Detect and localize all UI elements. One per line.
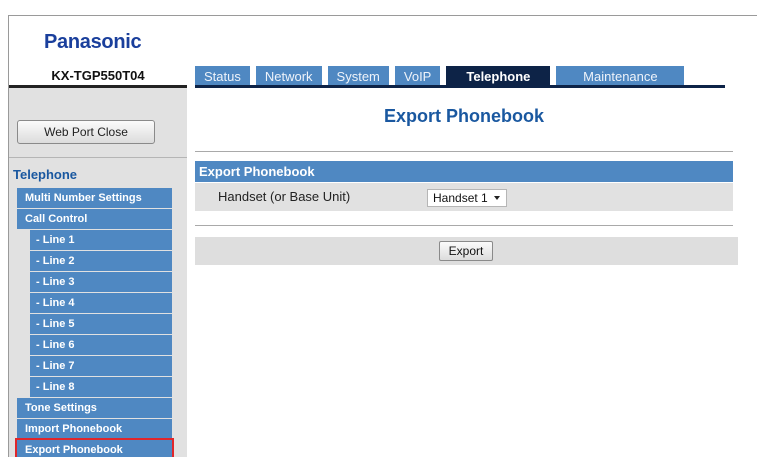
form-divider (195, 225, 733, 226)
sidebar-item-line-1[interactable]: - Line 1 (30, 230, 172, 250)
handset-row: Handset (or Base Unit) Handset 1 (195, 183, 733, 211)
sidebar-divider (9, 157, 187, 158)
page-title: Export Phonebook (383, 106, 544, 126)
sidebar-item-tone-settings[interactable]: Tone Settings (17, 398, 172, 418)
sidebar-item-import-phonebook[interactable]: Import Phonebook (17, 419, 172, 439)
handset-label: Handset (or Base Unit) (218, 189, 351, 204)
handset-select-value: Handset 1 (433, 191, 488, 205)
chevron-down-icon (494, 196, 500, 200)
button-bar: Export (195, 237, 738, 265)
title-divider (195, 151, 733, 152)
handset-select[interactable]: Handset 1 (427, 189, 507, 207)
panasonic-logo: Panasonic (44, 31, 142, 53)
sidebar-item-line-7[interactable]: - Line 7 (30, 356, 172, 376)
sidebar-item-multi-number-settings[interactable]: Multi Number Settings (17, 188, 172, 208)
export-button[interactable]: Export (439, 241, 493, 261)
sidebar-item-line-3[interactable]: - Line 3 (30, 272, 172, 292)
sidebar-item-line-4[interactable]: - Line 4 (30, 293, 172, 313)
tabs-underline (195, 85, 725, 88)
sidebar-item-line-8[interactable]: - Line 8 (30, 377, 172, 397)
sidebar-item-line-5[interactable]: - Line 5 (30, 314, 172, 334)
section-header: Export Phonebook (195, 161, 733, 182)
sidebar-section-title: Telephone (13, 167, 78, 182)
sidebar-item-call-control[interactable]: Call Control (17, 209, 172, 229)
model-name: KX-TGP550T04 (51, 68, 145, 83)
sidebar-item-line-2[interactable]: - Line 2 (30, 251, 172, 271)
sidebar-item-line-6[interactable]: - Line 6 (30, 335, 172, 355)
sidebar-item-export-phonebook[interactable]: Export Phonebook (15, 438, 174, 457)
sidebar-nav: Multi Number Settings Call Control - Lin… (15, 188, 174, 457)
web-port-close-button[interactable]: Web Port Close (17, 120, 155, 144)
